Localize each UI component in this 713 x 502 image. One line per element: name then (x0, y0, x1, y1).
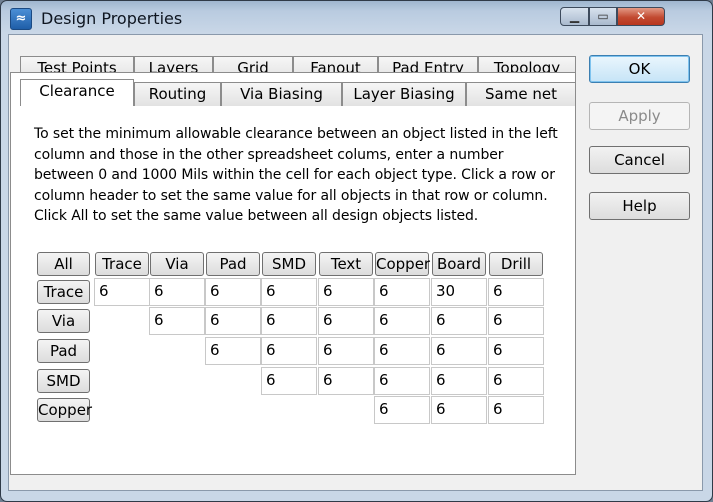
clearance-cell[interactable]: 6 (374, 307, 430, 335)
row-header-trace[interactable]: Trace (37, 280, 90, 304)
column-header-drill[interactable]: Drill (489, 252, 543, 276)
clearance-cell[interactable]: 6 (318, 278, 374, 306)
clearance-cell[interactable]: 6 (488, 337, 544, 365)
row-header-copper[interactable]: Copper (37, 398, 92, 422)
row-header-pad[interactable]: Pad (37, 339, 90, 363)
all-button[interactable]: All (37, 252, 90, 276)
close-icon: ✕ (635, 9, 647, 23)
clearance-cell[interactable]: 6 (374, 367, 430, 395)
tab-routing[interactable]: Routing (134, 82, 221, 106)
ok-button[interactable]: OK (589, 55, 690, 83)
clearance-cell[interactable]: 6 (205, 307, 261, 335)
clearance-cell[interactable]: 6 (488, 396, 544, 424)
row-header-via[interactable]: Via (37, 309, 90, 333)
column-header-via[interactable]: Via (150, 252, 204, 276)
close-button[interactable]: ✕ (617, 7, 665, 26)
clearance-cell[interactable]: 6 (318, 367, 374, 395)
minimize-button[interactable]: ▁ (560, 7, 589, 26)
column-header-copper[interactable]: Copper (375, 252, 430, 276)
column-header-text[interactable]: Text (319, 252, 373, 276)
tab-clearance[interactable]: Clearance (20, 79, 134, 106)
tab-layer-biasing[interactable]: Layer Biasing (342, 82, 466, 106)
tab-via-biasing[interactable]: Via Biasing (221, 82, 342, 106)
clearance-cell[interactable]: 6 (431, 337, 487, 365)
clearance-cell[interactable]: 6 (318, 307, 374, 335)
row-header-smd[interactable]: SMD (37, 369, 90, 393)
instructions-text: To set the minimum allowable clearance b… (34, 126, 558, 224)
clearance-cell[interactable]: 6 (318, 337, 374, 365)
title-bar[interactable]: ≈ Design Properties ▁ ▭ ✕ (1, 1, 712, 35)
column-header-smd[interactable]: SMD (262, 252, 316, 276)
clearance-cell[interactable]: 6 (149, 278, 205, 306)
clearance-cell[interactable]: 6 (488, 367, 544, 395)
help-button[interactable]: Help (589, 192, 690, 220)
clearance-cell[interactable]: 6 (94, 278, 150, 306)
clearance-cell[interactable]: 6 (431, 307, 487, 335)
cancel-button[interactable]: Cancel (589, 146, 690, 174)
tab-same-net[interactable]: Same net (466, 82, 576, 106)
clearance-cell[interactable]: 6 (205, 278, 261, 306)
maximize-icon: ▭ (597, 9, 609, 23)
clearance-cell[interactable]: 6 (431, 367, 487, 395)
clearance-cell[interactable]: 6 (374, 396, 430, 424)
clearance-cell[interactable]: 30 (431, 278, 487, 306)
column-header-trace[interactable]: Trace (95, 252, 149, 276)
clearance-cell[interactable]: 6 (261, 307, 317, 335)
clearance-cell[interactable]: 6 (488, 278, 544, 306)
clearance-cell[interactable]: 6 (261, 367, 317, 395)
clearance-cell[interactable]: 6 (374, 278, 430, 306)
clearance-cell[interactable]: 6 (149, 307, 205, 335)
clearance-cell[interactable]: 6 (261, 278, 317, 306)
app-logo-icon: ≈ (10, 8, 32, 30)
column-header-pad[interactable]: Pad (206, 252, 260, 276)
maximize-button[interactable]: ▭ (589, 7, 617, 26)
clearance-cell[interactable]: 6 (205, 337, 261, 365)
clearance-cell[interactable]: 6 (374, 337, 430, 365)
clearance-cell[interactable]: 6 (431, 396, 487, 424)
column-header-board[interactable]: Board (432, 252, 486, 276)
apply-button[interactable]: Apply (589, 102, 690, 130)
window-title: Design Properties (41, 9, 183, 28)
minimize-icon: ▁ (569, 9, 580, 23)
clearance-cell[interactable]: 6 (261, 337, 317, 365)
clearance-cell[interactable]: 6 (488, 307, 544, 335)
